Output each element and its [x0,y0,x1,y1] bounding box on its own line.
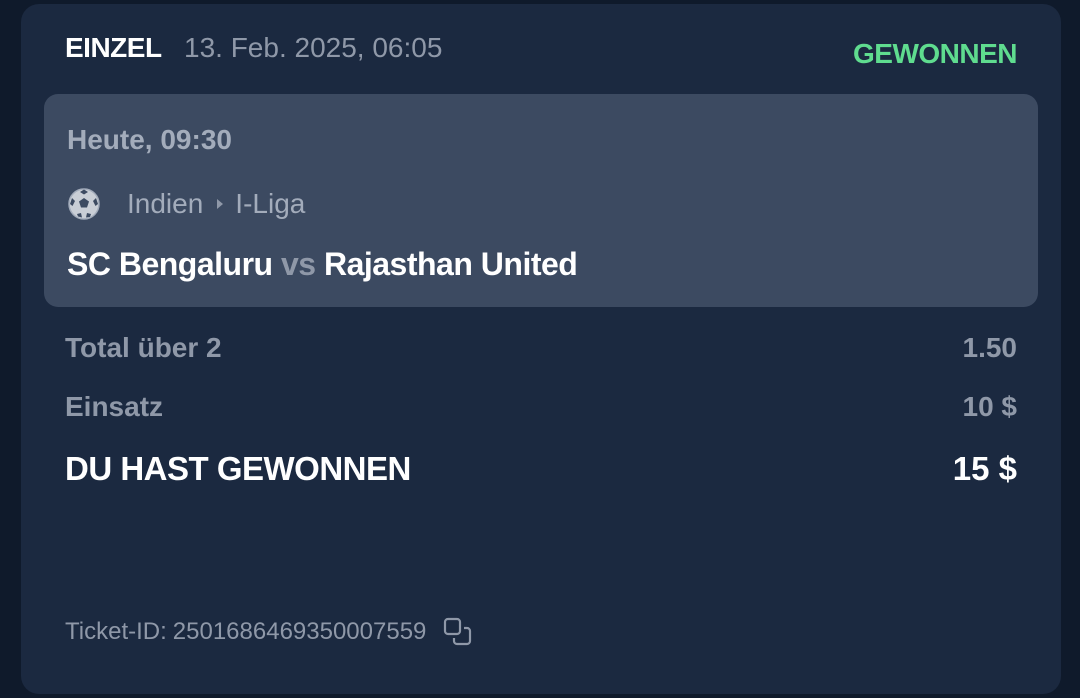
bet-ticket-card: EINZEL 13. Feb. 2025, 06:05 GEWONNEN Heu… [21,4,1061,694]
stake-value: 10 $ [962,391,1018,422]
bet-date: 13. Feb. 2025, 06:05 [184,32,443,63]
bet-status-badge: GEWONNEN [853,38,1018,69]
pick-label: Total über 2 [65,332,222,363]
bet-header: EINZEL 13. Feb. 2025, 06:05 GEWONNEN [65,32,1018,72]
win-label: DU HAST GEWONNEN [65,450,411,487]
ticket-id-value: 2501686469350007559 [172,618,427,645]
away-team: Rajasthan United [323,246,578,282]
event-league-path: Indien I-Liga [67,184,305,224]
home-team: SC Bengaluru [67,246,273,282]
event-country: Indien [127,188,204,219]
chevron-right-icon [217,199,224,209]
event-league: I-Liga [235,188,306,219]
event-time: Heute, 09:30 [67,124,232,155]
pick-row: Total über 2 1.50 [65,332,1017,364]
soccer-ball-icon [67,187,101,221]
bet-type: EINZEL [65,32,162,63]
versus-label: vs [280,246,316,282]
win-value: 15 $ [952,450,1017,487]
stake-label: Einsatz [65,391,164,422]
ticket-id-row: Ticket-ID: 2501686469350007559 [65,616,474,648]
copy-icon[interactable] [442,616,474,648]
ticket-id-label: Ticket-ID: [65,618,167,645]
event-match: SC Bengaluru vs Rajasthan United [67,246,578,283]
win-row: DU HAST GEWONNEN 15 $ [65,450,1017,488]
pick-odds: 1.50 [962,332,1018,363]
stake-row: Einsatz 10 $ [65,391,1017,423]
event-details[interactable]: Heute, 09:30 Indien I-Liga SC Bengaluru … [44,94,1038,307]
